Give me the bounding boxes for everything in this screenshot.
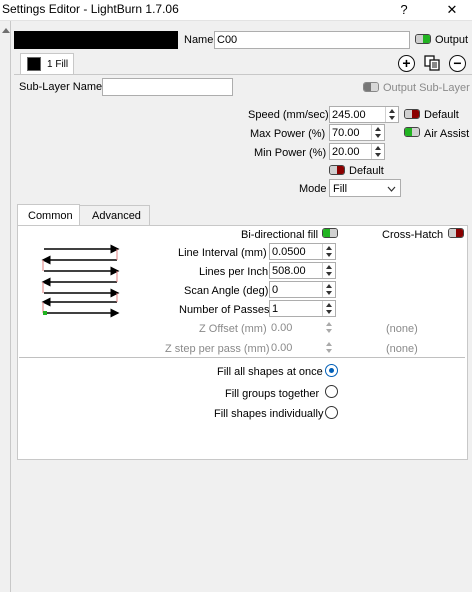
tab-advanced-label: Advanced [92, 210, 141, 222]
z-offset-note: (none) [386, 323, 418, 335]
fill-shapes-individually-radio[interactable] [325, 406, 338, 419]
fill-shapes-individually-label: Fill shapes individually [214, 408, 324, 420]
sublayer-color-swatch [27, 57, 41, 71]
z-offset-input: 0.00 [269, 319, 336, 336]
min-power-spinner[interactable] [371, 144, 384, 159]
power-default-label: Default [349, 165, 384, 177]
max-power-spinner[interactable] [371, 125, 384, 140]
min-power-label: Min Power (%) [254, 147, 327, 159]
lines-per-inch-spinner[interactable] [322, 263, 335, 278]
sublayer-tab-label: 1 Fill [47, 59, 69, 70]
z-step-label: Z step per pass (mm) [165, 343, 270, 355]
z-offset-label: Z Offset (mm) [199, 323, 267, 335]
name-field[interactable]: C00 [214, 31, 410, 49]
name-label: Name [184, 34, 214, 46]
number-of-passes-spinner[interactable] [322, 301, 335, 316]
line-interval-label: Line Interval (mm) [178, 247, 267, 259]
line-interval-input[interactable]: 0.0500 [269, 243, 336, 260]
fill-groups-together-label: Fill groups together [225, 388, 320, 400]
min-power-input[interactable]: 20.00 [329, 143, 385, 160]
mode-select[interactable]: Fill [329, 179, 401, 197]
speed-spinner[interactable] [385, 107, 398, 122]
number-of-passes-label: Number of Passes [179, 304, 270, 316]
lines-per-inch-input[interactable]: 508.00 [269, 262, 336, 279]
output-label: Output [435, 34, 469, 46]
lines-per-inch-value: 508.00 [272, 265, 306, 277]
speed-default-label: Default [424, 109, 459, 121]
chevron-down-icon [387, 186, 396, 192]
mode-label: Mode [299, 183, 327, 195]
z-step-spinner [323, 340, 336, 355]
name-value: C00 [217, 34, 238, 46]
power-default-toggle[interactable] [329, 165, 345, 175]
lines-per-inch-label: Lines per Inch [199, 266, 269, 278]
minus-icon: − [453, 55, 462, 71]
output-sublayer-toggle[interactable] [363, 82, 379, 92]
z-offset-value: 0.00 [271, 322, 293, 334]
number-of-passes-value: 1 [272, 303, 279, 315]
mode-value: Fill [333, 183, 348, 195]
max-power-label: Max Power (%) [250, 128, 326, 140]
bidirectional-fill-label: Bi-directional fill [241, 229, 319, 241]
window-title: Settings Editor - LightBurn 1.7.06 [2, 2, 179, 16]
line-interval-spinner[interactable] [322, 244, 335, 259]
close-button[interactable]: ✕ [438, 0, 466, 20]
tab-common[interactable]: Common [17, 204, 80, 226]
tab-common-label: Common [28, 210, 73, 222]
copy-icon [424, 55, 440, 71]
tab-advanced[interactable]: Advanced [80, 205, 150, 225]
left-scroll-gutter[interactable] [0, 21, 11, 592]
fill-preview-icon [41, 244, 120, 318]
output-toggle[interactable] [415, 34, 431, 44]
min-power-value: 20.00 [332, 146, 360, 158]
fill-groups-together-radio[interactable] [325, 385, 338, 398]
plus-icon: + [402, 55, 411, 71]
speed-value: 245.00 [332, 109, 366, 121]
number-of-passes-input[interactable]: 1 [269, 300, 336, 317]
fill-all-at-once-radio[interactable] [325, 364, 338, 377]
bidirectional-fill-toggle[interactable] [322, 228, 338, 238]
scan-angle-spinner[interactable] [322, 282, 335, 297]
divider [14, 74, 472, 75]
divider [19, 357, 465, 358]
line-interval-value: 0.0500 [272, 246, 306, 258]
speed-default-toggle[interactable] [404, 109, 420, 119]
air-assist-toggle[interactable] [404, 127, 420, 137]
add-sublayer-button[interactable]: + [398, 55, 415, 72]
scan-angle-label: Scan Angle (deg) [184, 285, 269, 297]
max-power-input[interactable]: 70.00 [329, 124, 385, 141]
air-assist-label: Air Assist [424, 128, 470, 140]
fill-all-at-once-label: Fill all shapes at once [217, 366, 323, 378]
speed-label: Speed (mm/sec) [248, 109, 329, 121]
sublayer-name-label: Sub-Layer Name [19, 81, 103, 93]
help-button[interactable]: ? [390, 0, 418, 20]
output-sublayer-label: Output Sub-Layer [383, 82, 470, 94]
remove-sublayer-button[interactable]: − [449, 55, 466, 72]
z-step-value: 0.00 [271, 342, 293, 354]
scan-angle-input[interactable]: 0 [269, 281, 336, 298]
cross-hatch-toggle[interactable] [448, 228, 464, 238]
cross-hatch-label: Cross-Hatch [382, 229, 444, 241]
z-step-note: (none) [386, 343, 418, 355]
scroll-up-arrow-icon[interactable] [2, 28, 10, 33]
speed-input[interactable]: 245.00 [329, 106, 399, 123]
scan-angle-value: 0 [272, 284, 279, 296]
tab-sublayer-1-fill[interactable]: 1 Fill [20, 53, 74, 74]
max-power-value: 70.00 [332, 127, 360, 139]
copy-sublayer-button[interactable] [423, 54, 441, 72]
sublayer-name-field[interactable] [102, 78, 233, 96]
z-step-input: 0.00 [269, 339, 336, 356]
z-offset-spinner [323, 320, 336, 335]
layer-color-swatch[interactable] [14, 31, 178, 49]
